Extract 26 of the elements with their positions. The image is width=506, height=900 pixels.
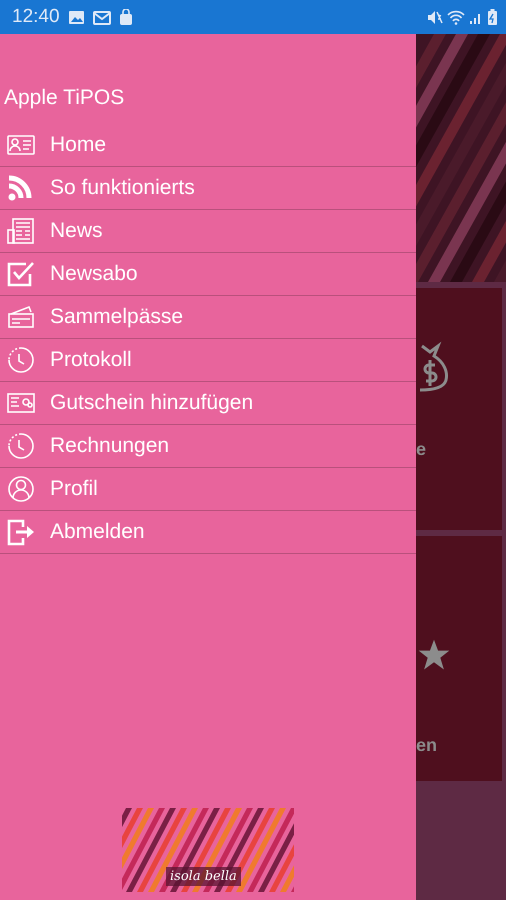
newspaper-icon [6, 216, 36, 246]
clock-icon [6, 431, 36, 461]
menu-item[interactable]: Gutschein hinzufügen [0, 382, 416, 425]
logout-icon [6, 517, 36, 547]
person-icon [6, 474, 36, 504]
menu-item[interactable]: Newsabo [0, 253, 416, 296]
battery-icon [487, 9, 498, 25]
drawer-title: Apple TiPOS [3, 85, 126, 111]
menu-item[interactable]: Protokoll [0, 339, 416, 382]
menu-item[interactable]: Home [0, 124, 416, 167]
mute-icon [427, 10, 443, 24]
card-label: en [416, 734, 438, 757]
menu-item[interactable]: Sammelpässe [0, 296, 416, 339]
mail-icon [92, 10, 111, 24]
logo: isola bella [122, 808, 294, 892]
gallery-icon [68, 10, 85, 24]
menu-item[interactable]: News [0, 210, 416, 253]
card-label: e [416, 438, 426, 461]
menu-item[interactable]: So funktionierts [0, 167, 416, 210]
menu-item[interactable]: Profil [0, 468, 416, 511]
wifi-icon [447, 10, 465, 24]
clock-icon [6, 345, 36, 375]
menu-item[interactable]: Rechnungen [0, 425, 416, 468]
clock-time: 12:40 [12, 4, 60, 29]
menu-item[interactable]: Abmelden [0, 511, 416, 554]
bag-icon [118, 9, 133, 25]
